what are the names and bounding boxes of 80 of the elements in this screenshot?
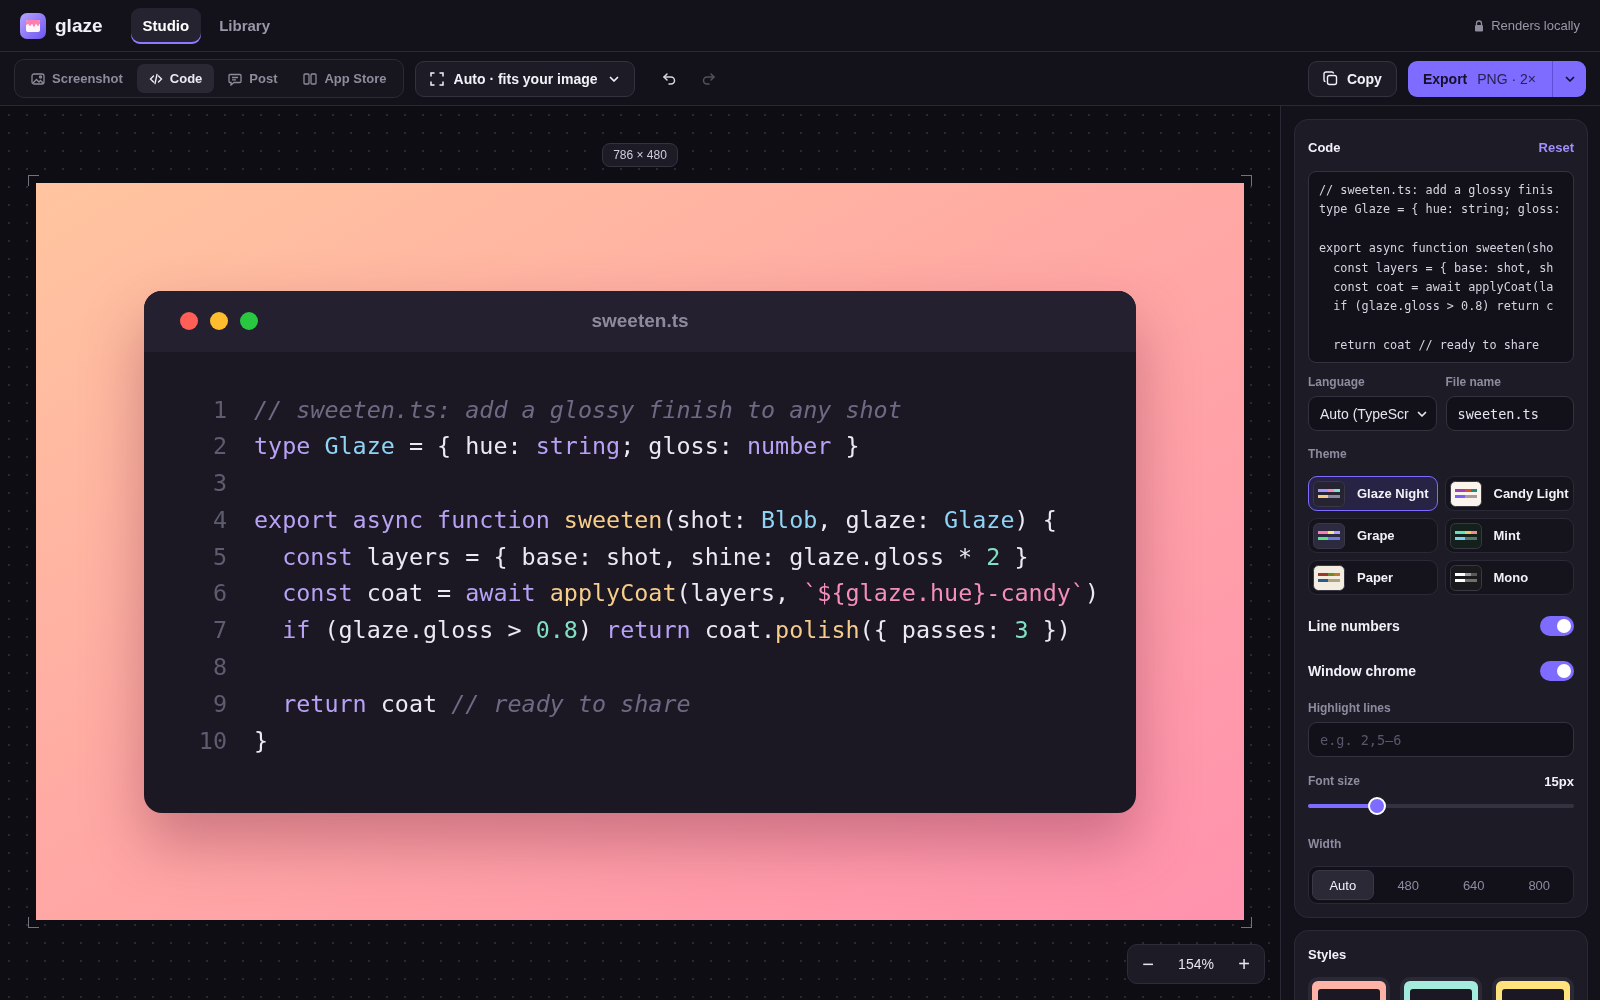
toggle-switch[interactable] [1540,660,1574,681]
theme-option[interactable]: Mono [1444,560,1574,595]
line-number: 5 [211,541,227,573]
code-editor[interactable]: // sweeten.ts: add a glossy finis type Glaze = { hue: string; gloss: export async function sweeten(sho const layers = { base: shot, sh const coat = await applyCoat(la if (glaze.gloss > 0.8) return c return coat // ready to share [1308,171,1574,363]
line-number: 7 [211,615,227,647]
chat-icon [228,71,243,86]
theme-option[interactable]: Candy Light [1444,476,1574,511]
code-line: type Glaze = { hue: string; gloss: number } [253,431,860,463]
code-line: return coat // ready to share [281,688,691,720]
size-dropdown[interactable]: Auto · fits your image [414,60,635,97]
width-option[interactable]: 800 [1508,870,1570,900]
corner-mark [28,917,39,928]
reset-link[interactable]: Reset [1538,140,1574,155]
corner-mark [1241,917,1252,928]
undo-icon [661,70,678,87]
export-options-button[interactable] [1552,60,1586,97]
corner-mark [1241,175,1252,186]
section-title: Code [1308,140,1341,155]
line-number: 3 [211,468,227,500]
line-number: 6 [211,578,227,610]
zoom-level: 154% [1178,956,1214,972]
status-text: Renders locally [1491,18,1580,33]
section-title: Styles [1308,947,1347,962]
mode-tab[interactable]: App Store [291,64,399,93]
copy-button[interactable]: Copy [1307,60,1397,97]
toggle-switch[interactable] [1540,615,1574,636]
corner-mark [28,175,39,186]
zoom-in-button[interactable]: + [1230,949,1258,979]
export-button[interactable]: Export PNG · 2× [1407,60,1552,97]
logo-icon [20,12,46,39]
theme-option[interactable]: Grape [1308,518,1438,553]
lock-icon [1474,19,1485,32]
language-select[interactable]: Auto (TypeScr [1308,396,1437,431]
line-number: 2 [211,431,227,463]
code-line: const coat = await applyCoat(layers, `${glaze.hue}-candy`) [281,578,1099,610]
width-option[interactable]: 480 [1377,870,1439,900]
zoom-out-button[interactable]: − [1134,949,1162,979]
frame-corners-icon [429,71,444,86]
slider-thumb[interactable] [1368,797,1387,815]
width-option[interactable]: Auto [1312,870,1374,900]
slider-reading: 15px [1544,774,1574,789]
nav-tab[interactable]: Library [207,7,283,44]
theme-option[interactable]: Glaze Night [1308,476,1438,511]
line-number: 9 [211,688,227,720]
code-line: // sweeten.ts: add a glossy finish to any shot [253,394,902,426]
mode-tab[interactable]: Code [136,64,215,93]
file-name-field[interactable]: sweeten.ts [1445,396,1574,431]
window-title: sweeten.ts [591,310,689,332]
app-name: glaze [55,14,103,37]
theme-option[interactable]: Paper [1308,560,1438,595]
field-label: Font size [1308,774,1360,789]
image-icon [31,71,45,86]
width-option[interactable]: 640 [1443,870,1505,900]
theme-option[interactable]: Mint [1444,518,1574,553]
columns-icon [303,71,318,86]
toggle-label: Line numbers [1308,617,1400,634]
nav-tab[interactable]: Studio [130,7,202,44]
mode-tab[interactable]: Post [216,64,290,93]
size-badge: 786 × 480 [602,143,678,167]
field-label: File name [1445,375,1502,389]
copy-icon [1322,71,1338,86]
code-line: if (glaze.gloss > 0.8) return coat.polish({ passes: 3 }) [281,615,1071,647]
code-line: export async function sweeten(shot: Blob, glaze: Glaze) { [253,504,1057,536]
field-label: Width [1308,837,1343,851]
field-label: Theme [1308,447,1348,461]
code-line: } [253,725,269,757]
window-control-dot [210,312,228,330]
line-number: 8 [211,652,227,684]
code-icon [148,71,163,86]
line-number: 4 [211,504,227,536]
field-label: Highlight lines [1308,701,1392,715]
field-label: Language [1308,375,1366,389]
code-line: const layers = { base: shot, shine: glaze.gloss * 2 } [281,541,1029,573]
highlight-lines-field[interactable]: e.g. 2,5–6 [1308,722,1574,757]
window-control-dot [240,312,258,330]
toggle-label: Window chrome [1308,662,1416,679]
line-number: 10 [197,725,227,757]
line-number: 1 [211,394,227,426]
window-control-dot [180,312,198,330]
mode-tab[interactable]: Screenshot [19,64,135,93]
